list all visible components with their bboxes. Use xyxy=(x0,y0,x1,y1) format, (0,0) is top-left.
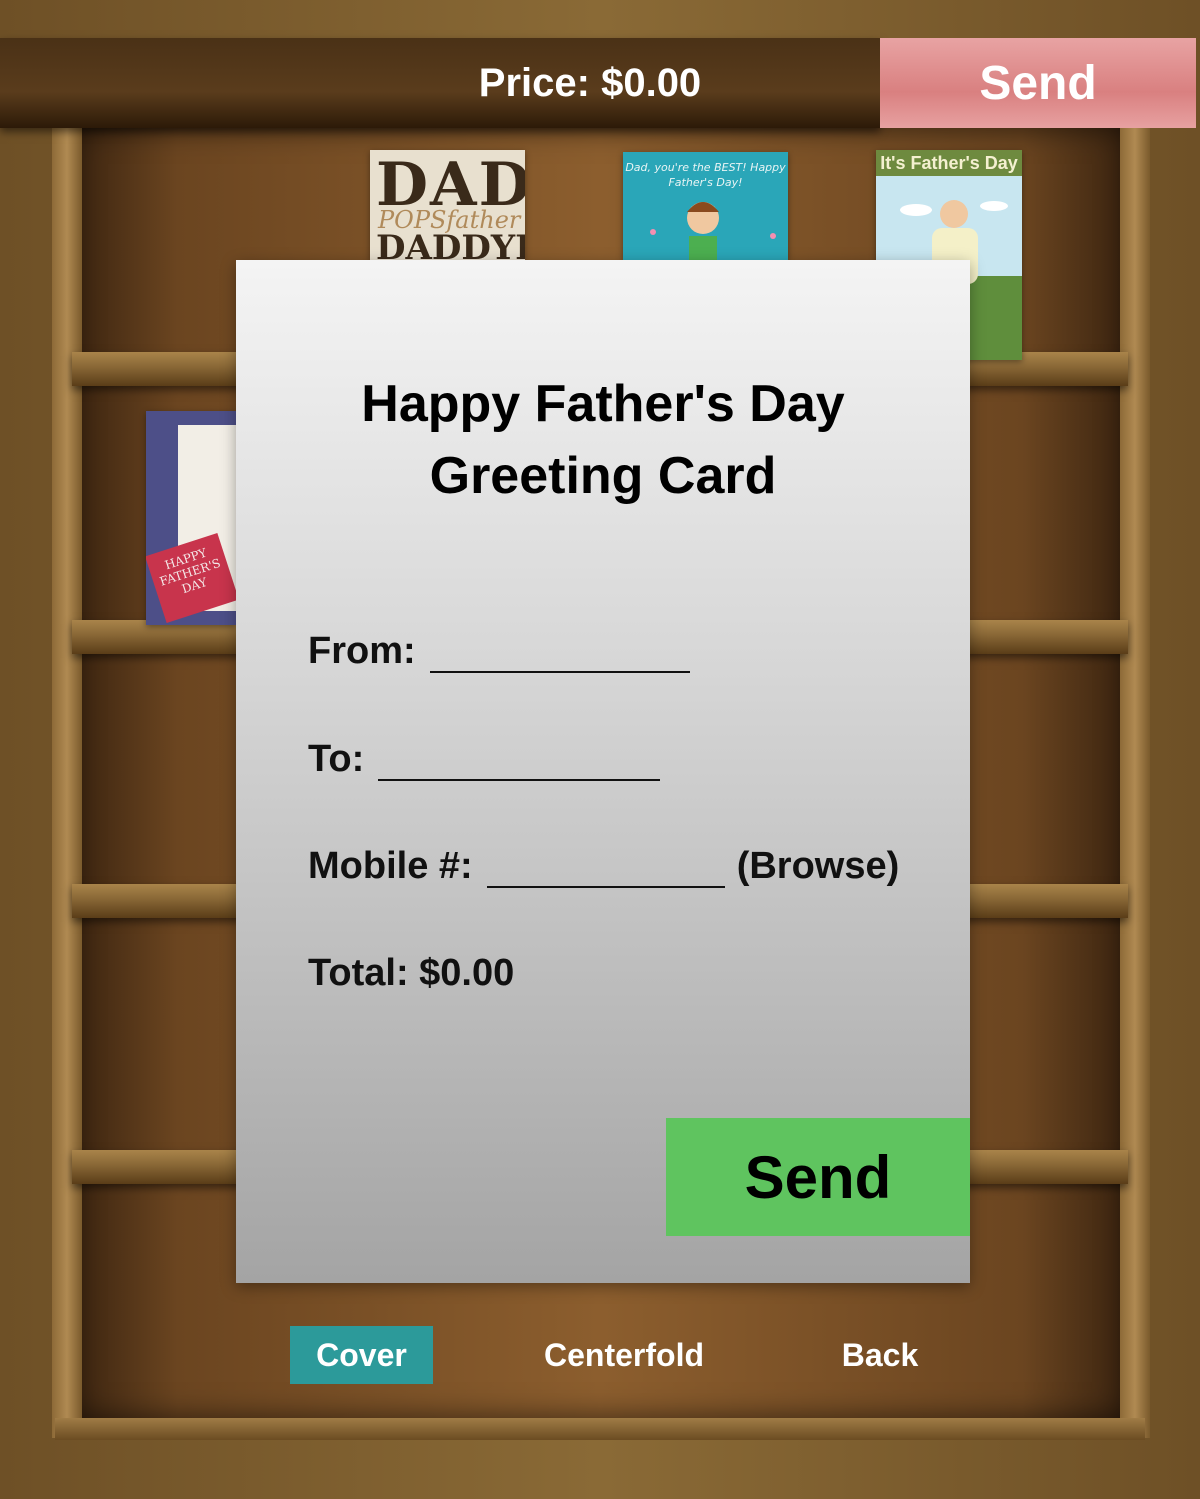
browse-contacts-link[interactable]: (Browse) xyxy=(737,845,900,888)
tab-cover[interactable]: Cover xyxy=(290,1326,433,1384)
card-thumbnail-dad[interactable]: DAD POPSfather DADDYPA xyxy=(370,150,525,260)
from-label: From: xyxy=(308,630,416,672)
dialog-title: Happy Father's Day Greeting Card xyxy=(236,368,970,512)
dialog-send-button[interactable]: Send xyxy=(666,1118,970,1236)
dialog-title-line2: Greeting Card xyxy=(429,447,777,505)
to-row: To: xyxy=(308,738,661,781)
to-field[interactable] xyxy=(378,743,661,781)
tab-back[interactable]: Back xyxy=(820,1326,940,1384)
card-thumbnail-fathers-day[interactable]: HAPPY FATHER'S DAY xyxy=(146,411,236,625)
from-field[interactable] xyxy=(429,635,690,673)
mobile-label: Mobile #: xyxy=(308,845,473,887)
card-thumbnail-boy[interactable]: Dad, you're the BEST! Happy Father's Day… xyxy=(623,152,788,260)
from-row: From: xyxy=(308,630,690,673)
total-row: Total: $0.00 xyxy=(308,952,514,995)
to-label: To: xyxy=(308,738,365,780)
shelf-side-right xyxy=(1120,128,1150,1438)
thumbnail-text: DADDYPA xyxy=(376,228,525,260)
tab-centerfold[interactable]: Centerfold xyxy=(540,1326,708,1384)
dialog-title-line1: Happy Father's Day xyxy=(361,375,845,433)
shelf-plank-bottom xyxy=(55,1418,1145,1440)
shelf-side-left xyxy=(52,128,82,1438)
send-card-dialog: Happy Father's Day Greeting Card From: T… xyxy=(236,260,970,1283)
mobile-row: Mobile #: (Browse) xyxy=(308,845,899,888)
header-send-button[interactable]: Send xyxy=(880,38,1196,128)
total-label: Total: $0.00 xyxy=(308,952,515,994)
mobile-field[interactable] xyxy=(486,850,725,888)
boy-illustration xyxy=(650,202,776,260)
